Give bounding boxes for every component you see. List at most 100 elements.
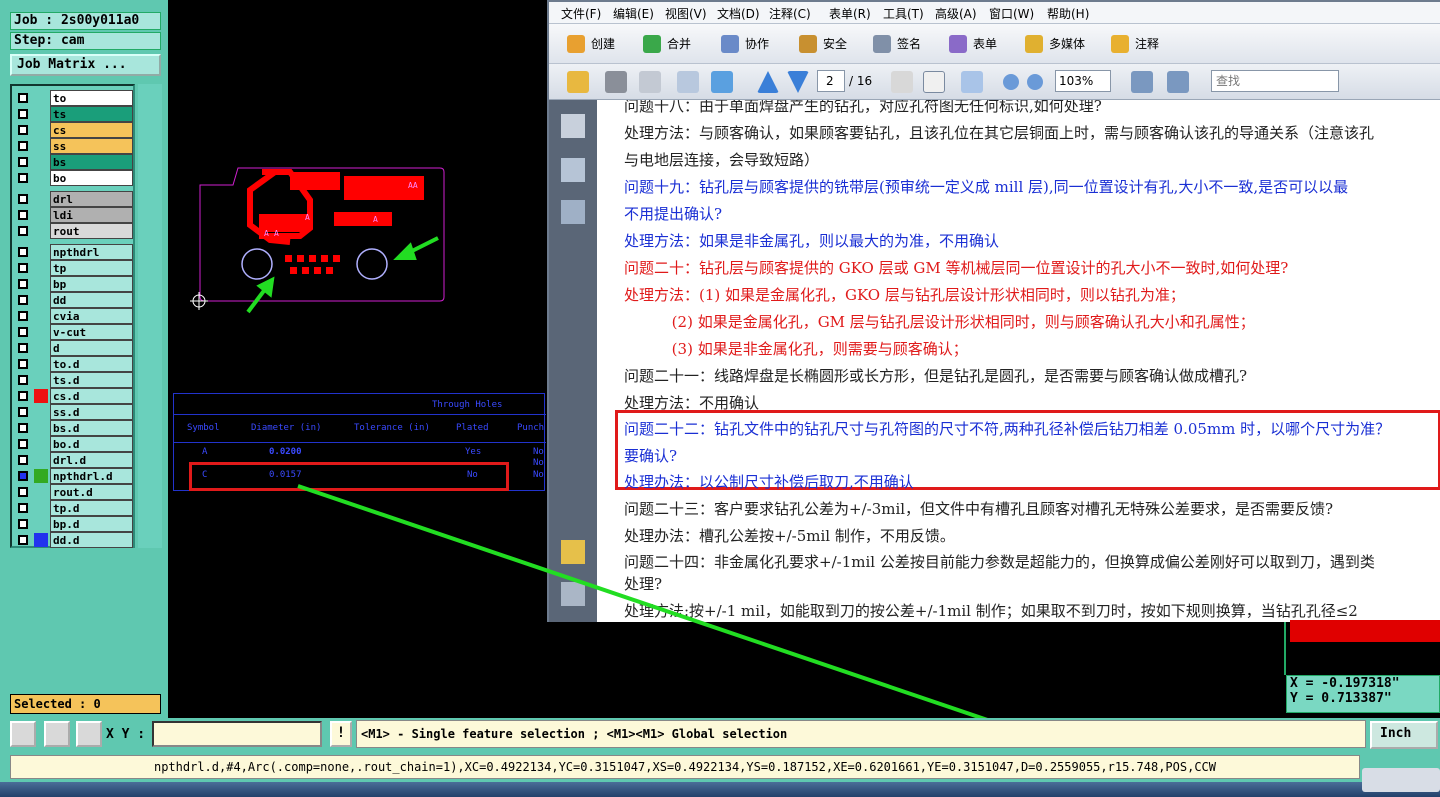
email-icon[interactable] — [677, 71, 699, 93]
next-page-icon[interactable] — [787, 71, 809, 93]
layer-checkbox[interactable] — [18, 157, 28, 167]
find-input[interactable]: 查找 — [1211, 70, 1339, 92]
layer-name[interactable]: to — [50, 90, 133, 106]
exclaim-button[interactable]: ! — [330, 721, 352, 747]
layer-row[interactable]: tp — [14, 260, 133, 276]
measure-icon[interactable] — [44, 721, 70, 747]
layer-row[interactable]: bo.d — [14, 436, 133, 452]
layer-checkbox[interactable] — [18, 455, 28, 465]
hand-tool-icon[interactable] — [923, 71, 945, 93]
menu-item[interactable]: 文件(F) — [561, 5, 601, 22]
toolbar-create-button[interactable]: 创建 — [567, 32, 615, 56]
attachments-panel-icon[interactable] — [561, 582, 585, 606]
layer-checkbox[interactable] — [18, 295, 28, 305]
layer-name[interactable]: ss — [50, 138, 133, 154]
layer-checkbox[interactable] — [18, 109, 28, 119]
layer-row[interactable]: dd — [14, 292, 133, 308]
layer-checkbox[interactable] — [18, 535, 28, 545]
layer-row[interactable]: drl.d — [14, 452, 133, 468]
layer-name[interactable]: tp.d — [50, 500, 133, 516]
layer-row[interactable]: ts — [14, 106, 133, 122]
layer-row[interactable]: dd.d — [14, 532, 133, 548]
layer-row[interactable]: bs — [14, 154, 133, 170]
menu-item[interactable]: 编辑(E) — [613, 5, 654, 22]
layer-checkbox[interactable] — [18, 93, 28, 103]
layer-name[interactable]: bs.d — [50, 420, 133, 436]
layer-row[interactable]: d — [14, 340, 133, 356]
layer-name[interactable]: d — [50, 340, 133, 356]
layer-checkbox[interactable] — [18, 327, 28, 337]
menu-item[interactable]: 工具(T) — [883, 5, 924, 22]
menu-item[interactable]: 视图(V) — [665, 5, 707, 22]
layer-checkbox[interactable] — [18, 194, 28, 204]
layer-row[interactable]: bp — [14, 276, 133, 292]
layer-name[interactable]: ts — [50, 106, 133, 122]
layer-row[interactable]: v-cut — [14, 324, 133, 340]
job-matrix-button[interactable]: Job Matrix ... — [10, 54, 161, 76]
zoom-out-icon[interactable] — [1003, 74, 1019, 90]
layer-name[interactable]: dd — [50, 292, 133, 308]
layer-name[interactable]: cs.d — [50, 388, 133, 404]
layer-name[interactable]: cvia — [50, 308, 133, 324]
page-number-input[interactable]: 2 — [817, 70, 845, 92]
layer-name[interactable]: bs — [50, 154, 133, 170]
layer-list-scrollbar[interactable] — [138, 84, 162, 548]
zoom-select[interactable]: 103% — [1055, 70, 1111, 92]
layer-checkbox[interactable] — [18, 173, 28, 183]
layer-row[interactable]: cs — [14, 122, 133, 138]
tray-icons[interactable] — [1362, 768, 1440, 792]
layer-name[interactable]: bp — [50, 276, 133, 292]
pdf-document-view[interactable]: 问题十八：由于单面焊盘产生的钻孔，对应孔符图无任何标识,如何处理? 处理方法：与顾… — [597, 100, 1440, 622]
layer-checkbox[interactable] — [18, 359, 28, 369]
layer-checkbox[interactable] — [18, 210, 28, 220]
layer-checkbox[interactable] — [18, 487, 28, 497]
bookmarks-panel-icon[interactable] — [561, 158, 585, 182]
layer-checkbox[interactable] — [18, 263, 28, 273]
pages-panel-icon[interactable] — [561, 114, 585, 138]
layer-name[interactable]: ts.d — [50, 372, 133, 388]
zoom-window-icon[interactable] — [10, 721, 36, 747]
layer-name[interactable]: cs — [50, 122, 133, 138]
layer-checkbox[interactable] — [18, 279, 28, 289]
layer-row[interactable]: ldi — [14, 207, 133, 223]
layer-name[interactable]: drl — [50, 191, 133, 207]
layer-checkbox[interactable] — [18, 311, 28, 321]
layer-checkbox[interactable] — [18, 141, 28, 151]
layer-name[interactable]: v-cut — [50, 324, 133, 340]
layer-row[interactable]: npthdrl.d — [14, 468, 133, 484]
layer-row[interactable]: rout — [14, 223, 133, 239]
toolbar-collaborate-button[interactable]: 协作 — [721, 32, 769, 56]
layer-checkbox[interactable] — [18, 503, 28, 513]
comments-panel-icon[interactable] — [561, 540, 585, 564]
layer-name[interactable]: bo.d — [50, 436, 133, 452]
toolbar-lock-button[interactable]: 安全 — [799, 32, 847, 56]
zoom-in-icon[interactable] — [1027, 74, 1043, 90]
layer-row[interactable]: drl — [14, 191, 133, 207]
layer-name[interactable]: npthdrl.d — [50, 468, 133, 484]
layer-name[interactable]: bp.d — [50, 516, 133, 532]
layer-row[interactable]: npthdrl — [14, 244, 133, 260]
graphic-canvas[interactable]: AA A A A A — [168, 0, 558, 718]
menu-item[interactable]: 表单(R) — [829, 5, 871, 22]
layer-checkbox[interactable] — [18, 391, 28, 401]
layer-row[interactable]: cs.d — [14, 388, 133, 404]
web-icon[interactable] — [711, 71, 733, 93]
toolbar-comment-button[interactable]: 注释 — [1111, 32, 1159, 56]
fit-page-icon[interactable] — [1167, 71, 1189, 93]
layer-name[interactable]: npthdrl — [50, 244, 133, 260]
fit-width-icon[interactable] — [1131, 71, 1153, 93]
layer-row[interactable]: ss — [14, 138, 133, 154]
save-icon[interactable] — [639, 71, 661, 93]
layer-row[interactable]: ts.d — [14, 372, 133, 388]
toolbar-form-button[interactable]: 表单 — [949, 32, 997, 56]
menu-item[interactable]: 文档(D) — [717, 5, 760, 22]
menu-item[interactable]: 注释(C) — [769, 5, 811, 22]
menu-item[interactable]: 窗口(W) — [989, 5, 1034, 22]
layer-row[interactable]: tp.d — [14, 500, 133, 516]
layer-name[interactable]: rout — [50, 223, 133, 239]
layer-checkbox[interactable] — [18, 439, 28, 449]
grid-icon[interactable] — [76, 721, 102, 747]
print-icon[interactable] — [605, 71, 627, 93]
layer-checkbox[interactable] — [18, 247, 28, 257]
unit-select[interactable]: Inch — [1370, 721, 1438, 749]
